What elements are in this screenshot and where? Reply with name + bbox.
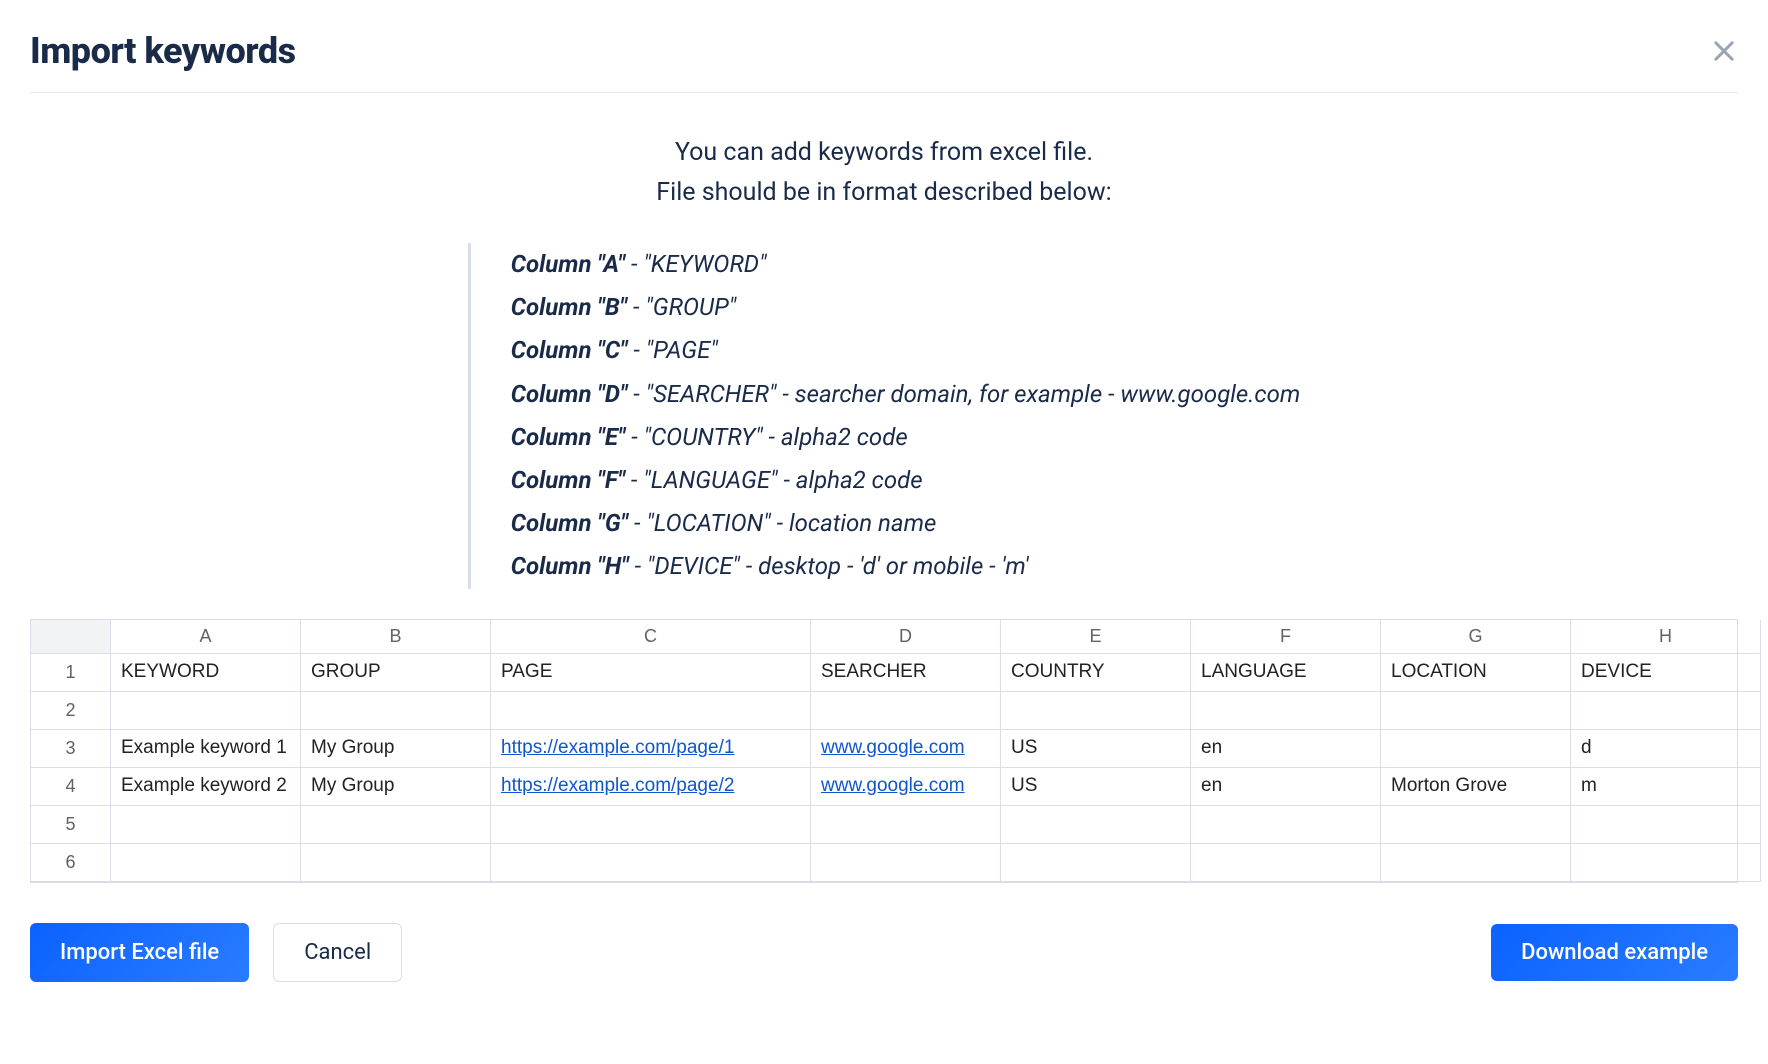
- row-num: 2: [31, 692, 111, 730]
- spreadsheet-row: 2: [31, 692, 1737, 730]
- col-letter: B: [301, 620, 491, 654]
- cancel-button[interactable]: Cancel: [273, 923, 402, 982]
- spreadsheet-row: 6: [31, 844, 1737, 882]
- column-h-desc: Column "H" - "DEVICE" - desktop - 'd' or…: [511, 545, 1301, 588]
- spreadsheet-preview: A B C D E F G H 1 KEYWORD GROUP PAGE SEA…: [30, 619, 1738, 883]
- spreadsheet-header-row: 1 KEYWORD GROUP PAGE SEARCHER COUNTRY LA…: [31, 654, 1737, 692]
- row-num: 6: [31, 844, 111, 882]
- download-example-button[interactable]: Download example: [1491, 924, 1738, 981]
- intro-line2: File should be in format described below…: [30, 173, 1738, 213]
- spreadsheet-column-letters: A B C D E F G H: [31, 620, 1737, 654]
- table-cell: US: [1001, 730, 1191, 768]
- table-cell: My Group: [301, 768, 491, 806]
- table-cell: Example keyword 1: [111, 730, 301, 768]
- table-cell: [1381, 730, 1571, 768]
- row-num: 1: [31, 654, 111, 692]
- row-num: 4: [31, 768, 111, 806]
- close-icon[interactable]: [1710, 37, 1738, 65]
- column-d-desc: Column "D" - "SEARCHER" - searcher domai…: [511, 373, 1301, 416]
- table-cell: Morton Grove: [1381, 768, 1571, 806]
- intro-text: You can add keywords from excel file. Fi…: [30, 133, 1738, 213]
- column-format-description: Column "A" - "KEYWORD" Column "B" - "GRO…: [468, 243, 1301, 589]
- modal-title: Import keywords: [30, 30, 296, 72]
- col-letter: D: [811, 620, 1001, 654]
- row-num: 5: [31, 806, 111, 844]
- import-excel-button[interactable]: Import Excel file: [30, 923, 249, 982]
- table-cell: en: [1191, 730, 1381, 768]
- column-g-desc: Column "G" - "LOCATION" - location name: [511, 502, 1301, 545]
- table-cell: d: [1571, 730, 1761, 768]
- col-letter: H: [1571, 620, 1761, 654]
- table-cell: COUNTRY: [1001, 654, 1191, 692]
- modal-footer: Import Excel file Cancel Download exampl…: [30, 923, 1738, 982]
- table-cell: en: [1191, 768, 1381, 806]
- table-cell: US: [1001, 768, 1191, 806]
- column-b-desc: Column "B" - "GROUP": [511, 286, 1301, 329]
- table-cell: SEARCHER: [811, 654, 1001, 692]
- column-e-desc: Column "E" - "COUNTRY" - alpha2 code: [511, 416, 1301, 459]
- col-letter: F: [1191, 620, 1381, 654]
- table-cell: https://example.com/page/1: [491, 730, 811, 768]
- col-letter: G: [1381, 620, 1571, 654]
- table-cell: LOCATION: [1381, 654, 1571, 692]
- spreadsheet-row: 3 Example keyword 1 My Group https://exa…: [31, 730, 1737, 768]
- col-letter: C: [491, 620, 811, 654]
- table-cell: DEVICE: [1571, 654, 1761, 692]
- spreadsheet-row: 4 Example keyword 2 My Group https://exa…: [31, 768, 1737, 806]
- table-cell: www.google.com: [811, 768, 1001, 806]
- table-cell: KEYWORD: [111, 654, 301, 692]
- table-cell: LANGUAGE: [1191, 654, 1381, 692]
- import-keywords-modal: Import keywords You can add keywords fro…: [30, 30, 1738, 1034]
- intro-line1: You can add keywords from excel file.: [30, 133, 1738, 173]
- column-f-desc: Column "F" - "LANGUAGE" - alpha2 code: [511, 459, 1301, 502]
- table-cell: www.google.com: [811, 730, 1001, 768]
- table-cell: My Group: [301, 730, 491, 768]
- spreadsheet-row: 5: [31, 806, 1737, 844]
- row-num: 3: [31, 730, 111, 768]
- table-cell: GROUP: [301, 654, 491, 692]
- table-cell: PAGE: [491, 654, 811, 692]
- table-cell: https://example.com/page/2: [491, 768, 811, 806]
- column-a-desc: Column "A" - "KEYWORD": [511, 243, 1301, 286]
- modal-header: Import keywords: [30, 30, 1738, 93]
- col-letter: A: [111, 620, 301, 654]
- table-cell: m: [1571, 768, 1761, 806]
- col-letter: E: [1001, 620, 1191, 654]
- table-cell: Example keyword 2: [111, 768, 301, 806]
- column-c-desc: Column "C" - "PAGE": [511, 329, 1301, 372]
